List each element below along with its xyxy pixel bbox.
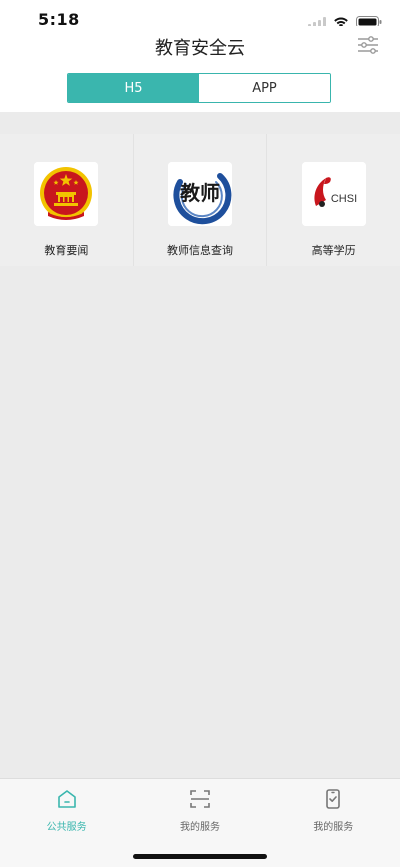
filter-sliders-icon xyxy=(356,36,380,61)
segment-app[interactable]: APP xyxy=(199,74,330,102)
teacher-logo-text: 教师 xyxy=(180,181,220,205)
tab-my-services-device[interactable]: 我的服务 xyxy=(267,779,400,867)
tab-label: 公共服务 xyxy=(46,822,87,833)
service-label: 高等学历 xyxy=(311,244,356,257)
service-grid: 教育要闻 教师 教师信息查询 CHSI 高等学历 xyxy=(0,134,400,266)
national-emblem-icon xyxy=(34,162,99,226)
tab-label: 我的服务 xyxy=(313,822,354,833)
tab-public-services[interactable]: 公共服务 xyxy=(0,779,133,867)
service-item-teacher-query[interactable]: 教师 教师信息查询 xyxy=(133,134,268,266)
teacher-calligraphy-logo: 教师 xyxy=(168,162,232,226)
segment-h5[interactable]: H5 xyxy=(68,74,199,102)
service-label: 教育要闻 xyxy=(44,244,89,257)
chsi-logo: CHSI xyxy=(301,162,366,226)
scan-icon xyxy=(188,787,212,811)
tab-label: 我的服务 xyxy=(179,822,220,833)
service-item-education-news[interactable]: 教育要闻 xyxy=(0,134,134,266)
header: 教育安全云 H5 APP xyxy=(0,26,400,112)
home-indicator xyxy=(133,854,267,859)
segmented-control: H5 APP xyxy=(67,73,331,103)
home-icon xyxy=(55,787,79,811)
service-item-higher-education[interactable]: CHSI 高等学历 xyxy=(267,134,400,266)
page-title: 教育安全云 xyxy=(155,38,245,59)
phone-check-icon xyxy=(321,787,345,811)
service-label: 教师信息查询 xyxy=(167,244,233,257)
filter-button[interactable] xyxy=(356,33,380,57)
chsi-logo-text: CHSI xyxy=(331,193,357,205)
